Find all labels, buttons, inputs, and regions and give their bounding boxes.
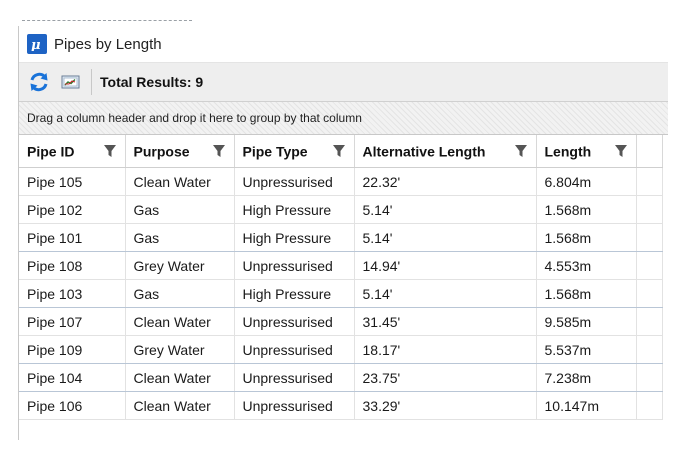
cell-length: 6.804m xyxy=(536,167,637,196)
window-titlebar: μ Pipes by Length xyxy=(19,26,668,63)
table-row[interactable]: Pipe 108 Grey Water Unpressurised 14.94'… xyxy=(19,251,663,280)
cell-filler xyxy=(636,195,663,224)
cell-pipe-id: Pipe 109 xyxy=(19,335,126,364)
app-logo-icon: μ xyxy=(27,34,47,54)
cell-pipe-type: Unpressurised xyxy=(234,363,355,392)
cell-filler xyxy=(636,363,663,392)
cell-pipe-type: Unpressurised xyxy=(234,251,355,280)
cell-pipe-type: Unpressurised xyxy=(234,167,355,196)
toolbar: Total Results: 9 xyxy=(19,63,668,102)
table-row[interactable]: Pipe 103 Gas High Pressure 5.14' 1.568m xyxy=(19,279,663,308)
column-header-label: Alternative Length xyxy=(362,143,486,160)
column-header-pipe-type[interactable]: Pipe Type xyxy=(234,135,355,168)
table-row[interactable]: Pipe 104 Clean Water Unpressurised 23.75… xyxy=(19,363,663,392)
cell-pipe-type: High Pressure xyxy=(234,279,355,308)
cell-length: 9.585m xyxy=(536,307,637,336)
cell-purpose: Gas xyxy=(125,223,235,252)
filter-icon[interactable] xyxy=(212,144,226,158)
cell-length: 4.553m xyxy=(536,251,637,280)
cell-purpose: Grey Water xyxy=(125,335,235,364)
refresh-button[interactable] xyxy=(27,70,51,94)
cell-purpose: Clean Water xyxy=(125,167,235,196)
cell-alternative-length: 22.32' xyxy=(354,167,537,196)
cell-filler xyxy=(636,251,663,280)
total-results-label: Total Results: 9 xyxy=(100,74,204,90)
filter-icon[interactable] xyxy=(332,144,346,158)
cell-length: 1.568m xyxy=(536,195,637,224)
cell-filler xyxy=(636,279,663,308)
group-by-panel[interactable]: Drag a column header and drop it here to… xyxy=(19,102,668,135)
cell-purpose: Clean Water xyxy=(125,363,235,392)
cell-filler xyxy=(636,167,663,196)
cell-length: 1.568m xyxy=(536,279,637,308)
cell-filler xyxy=(636,335,663,364)
cell-length: 5.537m xyxy=(536,335,637,364)
cell-length: 7.238m xyxy=(536,363,637,392)
filter-icon[interactable] xyxy=(614,144,628,158)
table-row[interactable]: Pipe 109 Grey Water Unpressurised 18.17'… xyxy=(19,335,663,364)
column-header-label: Pipe ID xyxy=(27,143,75,160)
cell-pipe-type: High Pressure xyxy=(234,195,355,224)
column-header-label: Purpose xyxy=(133,143,190,160)
cell-alternative-length: 5.14' xyxy=(354,195,537,224)
column-header-purpose[interactable]: Purpose xyxy=(125,135,235,168)
refresh-icon xyxy=(30,72,48,92)
table-row[interactable]: Pipe 105 Clean Water Unpressurised 22.32… xyxy=(19,167,663,196)
background-app-strip xyxy=(0,0,685,26)
pipes-by-length-window: μ Pipes by Length Total Results: 9 Drag … xyxy=(18,26,668,440)
cell-filler xyxy=(636,391,663,420)
pipes-grid: Pipe ID Purpose Pipe Type Alternative Le… xyxy=(19,135,663,420)
cell-pipe-id: Pipe 107 xyxy=(19,307,126,336)
grid-header-row: Pipe ID Purpose Pipe Type Alternative Le… xyxy=(19,135,663,168)
cell-pipe-id: Pipe 101 xyxy=(19,223,126,252)
column-header-pipe-id[interactable]: Pipe ID xyxy=(19,135,126,168)
cell-alternative-length: 31.45' xyxy=(354,307,537,336)
cell-filler xyxy=(636,223,663,252)
cell-pipe-id: Pipe 104 xyxy=(19,363,126,392)
cell-pipe-type: High Pressure xyxy=(234,223,355,252)
cell-pipe-id: Pipe 106 xyxy=(19,391,126,420)
cell-alternative-length: 14.94' xyxy=(354,251,537,280)
window-title: Pipes by Length xyxy=(54,35,162,53)
cell-pipe-id: Pipe 103 xyxy=(19,279,126,308)
background-toolbar-fragment xyxy=(22,6,192,21)
cell-purpose: Gas xyxy=(125,195,235,224)
cell-length: 10.147m xyxy=(536,391,637,420)
cell-pipe-type: Unpressurised xyxy=(234,391,355,420)
cell-pipe-type: Unpressurised xyxy=(234,335,355,364)
cell-filler xyxy=(636,307,663,336)
group-by-hint: Drag a column header and drop it here to… xyxy=(27,111,362,125)
table-row[interactable]: Pipe 102 Gas High Pressure 5.14' 1.568m xyxy=(19,195,663,224)
column-header-length[interactable]: Length xyxy=(536,135,637,168)
filter-icon[interactable] xyxy=(103,144,117,158)
svg-text:μ: μ xyxy=(31,38,41,51)
export-chart-button[interactable] xyxy=(59,70,83,94)
export-chart-icon xyxy=(61,75,80,89)
cell-purpose: Grey Water xyxy=(125,251,235,280)
cell-alternative-length: 5.14' xyxy=(354,223,537,252)
cell-pipe-type: Unpressurised xyxy=(234,307,355,336)
column-header-label: Length xyxy=(544,143,592,160)
column-header-label: Pipe Type xyxy=(242,143,308,160)
cell-pipe-id: Pipe 105 xyxy=(19,167,126,196)
cell-pipe-id: Pipe 102 xyxy=(19,195,126,224)
cell-alternative-length: 18.17' xyxy=(354,335,537,364)
toolbar-separator xyxy=(91,69,92,95)
cell-pipe-id: Pipe 108 xyxy=(19,251,126,280)
cell-purpose: Gas xyxy=(125,279,235,308)
column-header-alternative-length[interactable]: Alternative Length xyxy=(354,135,537,168)
table-row[interactable]: Pipe 101 Gas High Pressure 5.14' 1.568m xyxy=(19,223,663,252)
cell-alternative-length: 5.14' xyxy=(354,279,537,308)
table-row[interactable]: Pipe 107 Clean Water Unpressurised 31.45… xyxy=(19,307,663,336)
cell-purpose: Clean Water xyxy=(125,391,235,420)
cell-length: 1.568m xyxy=(536,223,637,252)
filter-icon[interactable] xyxy=(514,144,528,158)
cell-alternative-length: 23.75' xyxy=(354,363,537,392)
cell-alternative-length: 33.29' xyxy=(354,391,537,420)
cell-purpose: Clean Water xyxy=(125,307,235,336)
column-header-filler xyxy=(636,135,663,168)
table-row[interactable]: Pipe 106 Clean Water Unpressurised 33.29… xyxy=(19,391,663,420)
